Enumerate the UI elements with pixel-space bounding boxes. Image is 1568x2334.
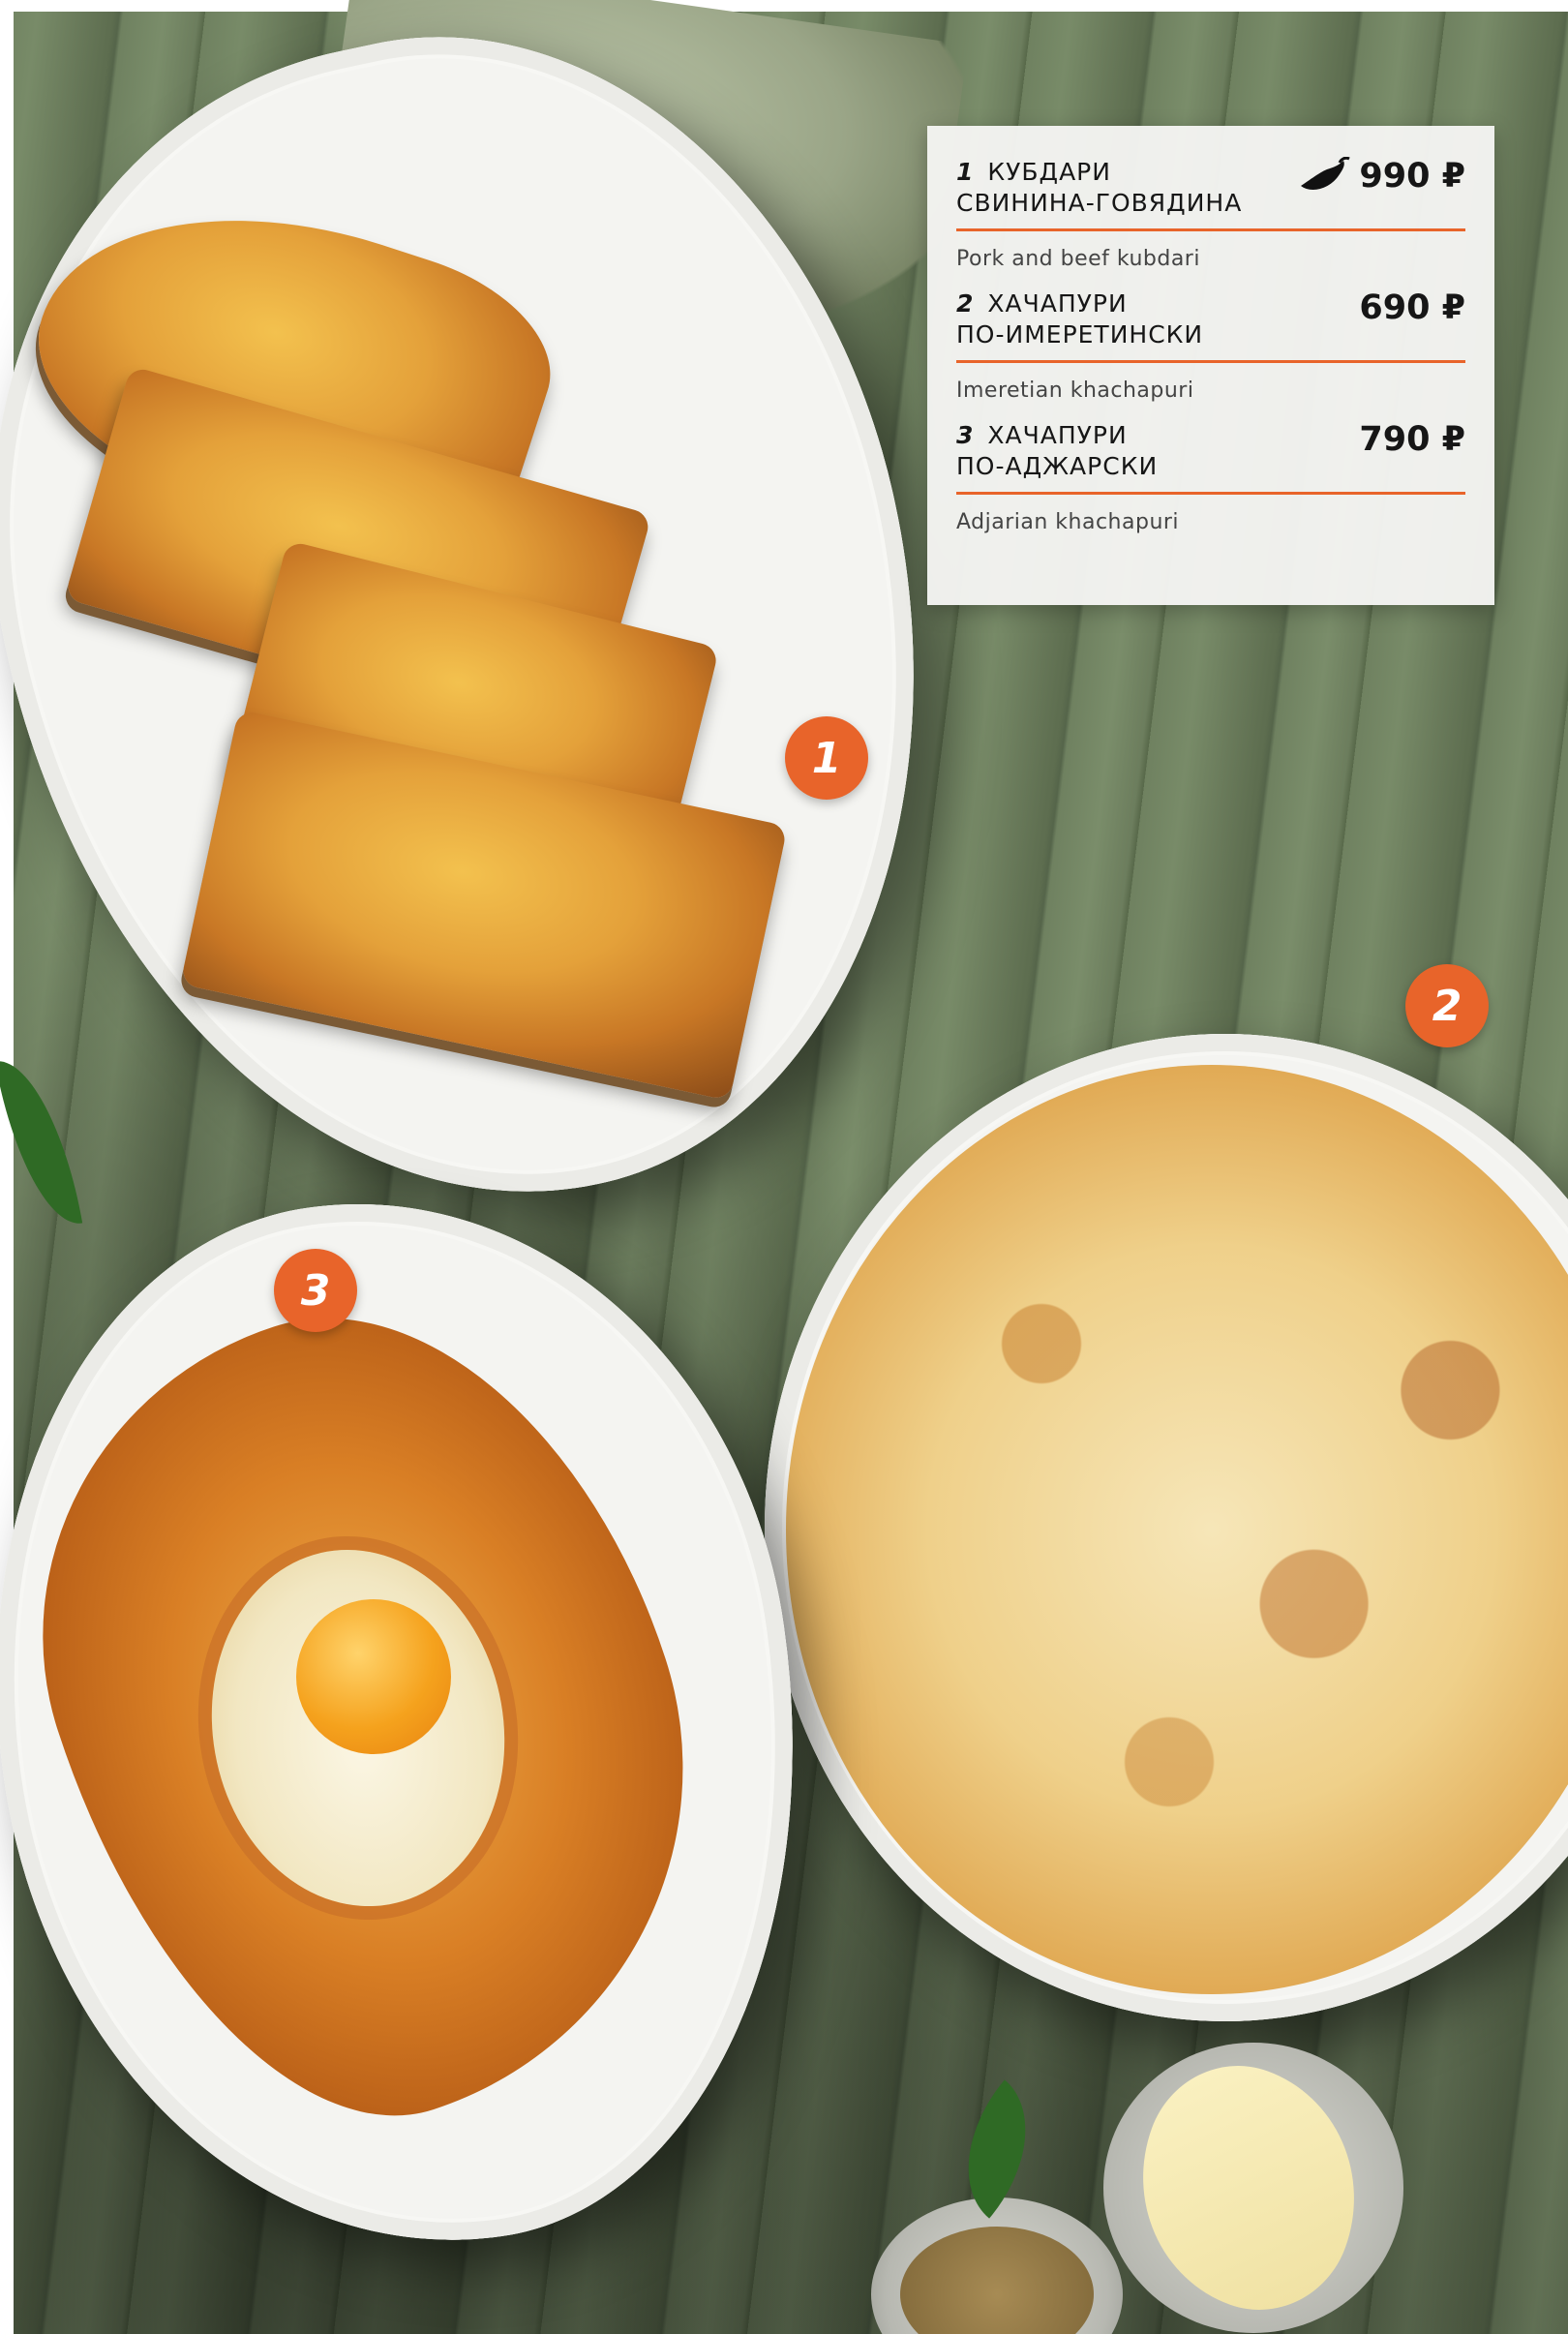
dish-number-badge-3: 3 [274,1249,357,1332]
menu-item-title: 3 ХАЧАПУРИ ПО-АДЖАРСКИ [956,420,1158,482]
egg-yolk [296,1599,451,1754]
menu-item-header: 3 ХАЧАПУРИ ПО-АДЖАРСКИ 790 ₽ [956,420,1465,495]
menu-item-title-line2: ПО-ИМЕРЕТИНСКИ [956,320,1204,349]
menu-item-title-line1: КУБДАРИ [987,158,1111,186]
menu-item-price: 790 ₽ [1359,420,1465,459]
menu-item-title-line2: ПО-АДЖАРСКИ [956,452,1159,480]
menu-item-header: 1 КУБДАРИ СВИНИНА-ГОВЯДИНА 990 ₽ [956,157,1465,231]
menu-item-price-wrap: 990 ₽ [1297,157,1465,196]
menu-item-subtitle: Imeretian khachapuri [956,379,1194,403]
menu-item-number: 2 [956,289,975,318]
menu-item-title-line1: ХАЧАПУРИ [987,421,1128,449]
menu-page: 1 2 3 1 КУБДАРИ СВИНИНА-ГОВЯДИНА 990 ₽ Po… [0,0,1568,2334]
menu-item-subtitle: Pork and beef kubdari [956,247,1200,271]
menu-item-3: 3 ХАЧАПУРИ ПО-АДЖАРСКИ 790 ₽ Adjarian kha… [956,420,1465,552]
dish-number-badge-1: 1 [785,716,868,800]
dish-number-badge-2: 2 [1405,964,1489,1047]
menu-item-1: 1 КУБДАРИ СВИНИНА-ГОВЯДИНА 990 ₽ Pork and… [956,157,1465,288]
page-top-border [0,0,1568,12]
menu-item-2: 2 ХАЧАПУРИ ПО-ИМЕРЕТИНСКИ 690 ₽ Imeretian… [956,288,1465,420]
menu-item-title: 1 КУБДАРИ СВИНИНА-ГОВЯДИНА [956,157,1242,219]
menu-item-price: 990 ₽ [1359,157,1465,196]
menu-item-title-line2: СВИНИНА-ГОВЯДИНА [956,189,1243,217]
chili-pepper-icon [1301,157,1351,190]
menu-item-header: 2 ХАЧАПУРИ ПО-ИМЕРЕТИНСКИ 690 ₽ [956,288,1465,363]
menu-item-price-wrap: 790 ₽ [1359,420,1465,459]
menu-item-price: 690 ₽ [1359,288,1465,327]
menu-item-title: 2 ХАЧАПУРИ ПО-ИМЕРЕТИНСКИ [956,288,1203,350]
basil-leaf [929,2079,1065,2219]
menu-item-number: 3 [956,421,975,449]
page-left-border [0,0,14,2334]
menu-item-price-wrap: 690 ₽ [1359,288,1465,327]
menu-item-number: 1 [956,158,975,186]
menu-item-subtitle: Adjarian khachapuri [956,510,1180,534]
menu-card: 1 КУБДАРИ СВИНИНА-ГОВЯДИНА 990 ₽ Pork and… [927,126,1494,605]
menu-item-title-line1: ХАЧАПУРИ [987,289,1128,318]
